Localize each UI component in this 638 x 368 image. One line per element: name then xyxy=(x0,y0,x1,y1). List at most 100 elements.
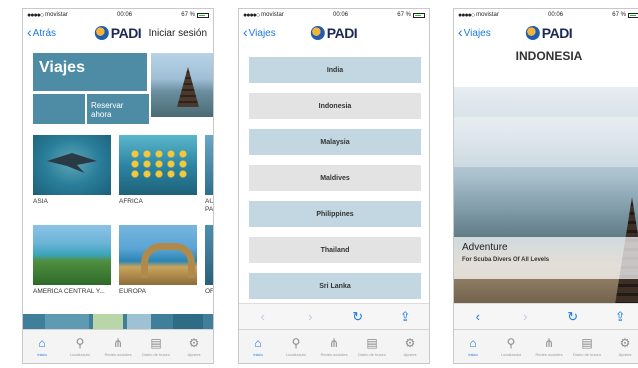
login-link[interactable]: Iniciar sesión xyxy=(149,28,207,39)
tab-home[interactable]: ⌂ Inicio xyxy=(240,336,276,357)
battery-label: 67 % xyxy=(612,12,626,18)
back-button[interactable]: ‹ Viajes xyxy=(458,24,491,40)
hero-subtitle: For Scuba Divers Of All Levels xyxy=(462,257,550,263)
back-button[interactable]: ‹ Atrás xyxy=(27,24,56,40)
battery-icon xyxy=(412,12,425,18)
share-icon: ⋔ xyxy=(543,336,555,350)
tab-social[interactable]: ⋔ Redes sociales xyxy=(531,336,567,357)
tab-locator[interactable]: ⚲ Localizador xyxy=(62,336,98,357)
chevron-left-icon: ‹ xyxy=(243,24,248,40)
image-strip xyxy=(23,314,213,330)
tile-placeholder[interactable] xyxy=(33,94,85,124)
tab-settings[interactable]: ⚙ Ajustes xyxy=(607,336,638,357)
reef-fish-image xyxy=(119,135,197,195)
back-button[interactable]: ‹ Viajes xyxy=(243,24,276,40)
region-card-other[interactable]: OF xyxy=(205,225,213,296)
book-now-button[interactable]: Reservar ahora xyxy=(87,94,149,124)
battery-label: 67 % xyxy=(397,12,411,18)
battery-icon xyxy=(627,12,638,18)
back-arrow-icon[interactable]: ‹ xyxy=(251,309,275,324)
logbook-icon: ▤ xyxy=(366,336,378,350)
location-pin-icon: ⚲ xyxy=(506,336,516,350)
tab-social[interactable]: ⋔ Redes sociales xyxy=(316,336,352,357)
gear-icon: ⚙ xyxy=(188,336,200,350)
share-icon[interactable]: ⇪ xyxy=(393,309,417,325)
reload-icon[interactable]: ↻ xyxy=(346,309,370,325)
nav-bar: ‹ Atrás PADI Iniciar sesión xyxy=(23,21,213,45)
battery-icon xyxy=(196,12,209,18)
page-title: INDONESIA xyxy=(515,49,583,63)
tab-logbook[interactable]: ▤ Diario de buceo xyxy=(354,336,390,357)
chevron-left-icon: ‹ xyxy=(458,24,463,40)
home-icon: ⌂ xyxy=(469,336,477,350)
coast-image xyxy=(33,225,111,285)
padi-logo: PADI xyxy=(525,25,573,41)
status-bar: ●●●●○ movistar 00:06 67 % xyxy=(239,9,429,21)
browser-toolbar: ‹ › ↻ ⇪ xyxy=(239,303,429,329)
share-icon: ⋔ xyxy=(328,336,340,350)
globe-logo-icon xyxy=(310,26,325,40)
reload-icon[interactable]: ↻ xyxy=(561,309,585,325)
forward-arrow-icon[interactable]: › xyxy=(298,309,322,324)
travel-title-tile: Viajes xyxy=(33,53,147,91)
gear-icon: ⚙ xyxy=(619,336,631,350)
manta-ray-image xyxy=(33,135,111,195)
logbook-icon: ▤ xyxy=(581,336,593,350)
hero-caption[interactable]: Adventure For Scuba Divers Of All Levels xyxy=(454,237,638,279)
browser-toolbar: ‹ › ↻ ⇪ xyxy=(454,303,638,329)
tab-locator[interactable]: ⚲ Localizador xyxy=(493,336,529,357)
country-item-indonesia[interactable]: Indonesia xyxy=(249,93,421,119)
phone-screen-travel-home: ●●●●○ movistar 00:06 67 % ‹ Atrás PADI Ini… xyxy=(22,8,214,364)
country-item-sri-lanka[interactable]: Sri Lanka xyxy=(249,273,421,299)
temple-image[interactable] xyxy=(151,53,213,117)
region-card-europe[interactable]: EUROPA xyxy=(119,225,197,296)
country-item-malaysia[interactable]: Malaysia xyxy=(249,129,421,155)
nav-bar: ‹ Viajes PADI xyxy=(454,21,638,45)
hero-image: Adventure For Scuba Divers Of All Levels xyxy=(454,87,638,311)
carrier-label: movistar xyxy=(476,12,499,18)
phone-screen-indonesia: ●●●●○ movistar 00:06 67 % ‹ Viajes PADI IN… xyxy=(453,8,638,364)
carrier-label: movistar xyxy=(45,12,68,18)
globe-logo-icon xyxy=(525,26,540,40)
tab-bar: ⌂ Inicio ⚲ Localizador ⋔ Redes sociales ▤ Di… xyxy=(23,329,213,363)
status-bar: ●●●●○ movistar 00:06 67 % xyxy=(454,9,638,21)
padi-logo: PADI xyxy=(310,25,358,41)
home-icon: ⌂ xyxy=(38,336,46,350)
region-card-australia[interactable]: AU PA xyxy=(205,135,213,214)
tab-logbook[interactable]: ▤ Diario de buceo xyxy=(569,336,605,357)
region-card-africa[interactable]: AFRICA xyxy=(119,135,197,206)
globe-logo-icon xyxy=(94,26,109,40)
tab-bar: ⌂ Inicio ⚲ Localizador ⋔ Redes sociales ▤ Di… xyxy=(239,329,429,363)
phone-screen-country-list: ●●●●○ movistar 00:06 67 % ‹ Viajes PADI In… xyxy=(238,8,430,364)
tab-home[interactable]: ⌂ Inicio xyxy=(455,336,491,357)
tab-settings[interactable]: ⚙ Ajustes xyxy=(392,336,428,357)
nav-bar: ‹ Viajes PADI xyxy=(239,21,429,45)
region-card-asia[interactable]: ASIA xyxy=(33,135,111,206)
country-item-india[interactable]: India xyxy=(249,57,421,83)
forward-arrow-icon[interactable]: › xyxy=(513,309,537,324)
gear-icon: ⚙ xyxy=(404,336,416,350)
tab-bar: ⌂ Inicio ⚲ Localizador ⋔ Redes sociales ▤ Di… xyxy=(454,329,638,363)
location-pin-icon: ⚲ xyxy=(75,336,85,350)
tab-logbook[interactable]: ▤ Diario de buceo xyxy=(138,336,174,357)
carrier-label: movistar xyxy=(261,12,284,18)
back-arrow-icon[interactable]: ‹ xyxy=(466,309,490,324)
battery-label: 67 % xyxy=(181,12,195,18)
rock-arch-image xyxy=(119,225,197,285)
share-icon[interactable]: ⇪ xyxy=(608,309,632,325)
chevron-left-icon: ‹ xyxy=(27,24,32,40)
country-item-philippines[interactable]: Philippines xyxy=(249,201,421,227)
tab-settings[interactable]: ⚙ Ajustes xyxy=(176,336,212,357)
time-label: 00:06 xyxy=(548,12,564,18)
time-label: 00:06 xyxy=(117,12,133,18)
region-card-central-america[interactable]: AMERICA CENTRAL Y... xyxy=(33,225,111,296)
share-icon: ⋔ xyxy=(112,336,124,350)
country-item-maldives[interactable]: Maldives xyxy=(249,165,421,191)
tab-locator[interactable]: ⚲ Localizador xyxy=(278,336,314,357)
country-item-thailand[interactable]: Thailand xyxy=(249,237,421,263)
location-pin-icon: ⚲ xyxy=(291,336,301,350)
status-bar: ●●●●○ movistar 00:06 67 % xyxy=(23,9,213,21)
home-icon: ⌂ xyxy=(254,336,262,350)
tab-social[interactable]: ⋔ Redes sociales xyxy=(100,336,136,357)
tab-home[interactable]: ⌂ Inicio xyxy=(24,336,60,357)
